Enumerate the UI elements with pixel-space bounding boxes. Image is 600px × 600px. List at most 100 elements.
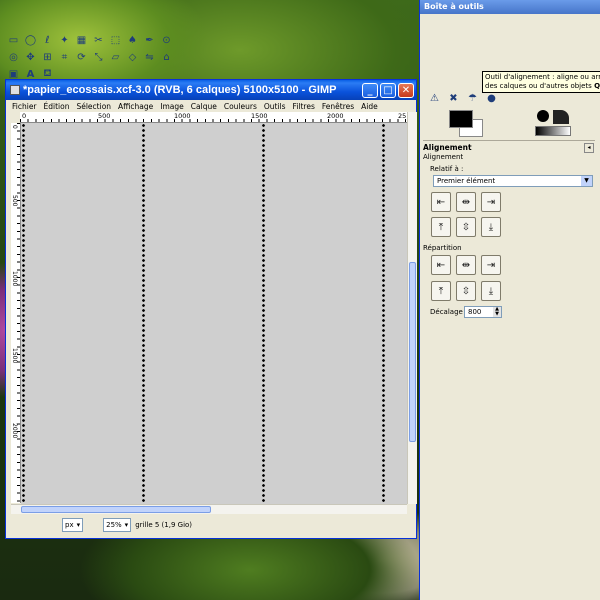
close-button[interactable]: ✕ [398,82,414,98]
horizontal-scroll-thumb[interactable] [21,506,211,513]
ruler-label: 1000 [11,271,18,287]
chevron-down-icon: ▾ [124,521,129,529]
distribute-vcenter-button[interactable]: ⇳ [456,281,476,301]
horizontal-ruler[interactable]: 0 500 1000 1500 2000 25 [20,112,407,123]
window-title: *papier_ecossais.xcf-3.0 (RVB, 6 calques… [23,84,337,96]
brush-preview-icon[interactable] [537,110,549,122]
relative-to-label: Relatif à : [430,165,464,173]
status-info: grille 5 (1,9 Gio) [135,521,193,529]
move-icon[interactable]: ✥ [23,50,38,65]
bucket-fill-icon[interactable]: ⛾ [40,67,55,82]
menu-select[interactable]: Sélection [76,102,111,111]
dotted-stitch-line [142,123,145,504]
offset-spinner[interactable]: 800 ▲ ▼ [464,306,502,318]
distribute-right-button[interactable]: ⇥ [481,255,501,275]
shear-icon[interactable]: ▱ [108,50,123,65]
offset-value: 800 [468,308,482,316]
ruler-label: 500 [98,112,111,120]
align-vcenter-button[interactable]: ⇳ [456,217,476,237]
distribute-hcenter-button[interactable]: ⇹ [456,255,476,275]
menu-layer[interactable]: Calque [191,102,217,111]
foreground-color-swatch[interactable] [449,110,473,128]
unit-select[interactable]: px ▾ [62,518,84,532]
color-select-icon[interactable]: ▦ [74,33,89,48]
ruler-label: 500 [11,195,18,207]
alignment-section-label: Alignement [423,153,464,161]
tooltip-line-1: Outil d'alignement : aligne ou arrange [485,73,600,81]
flip-icon[interactable]: ⇋ [142,50,157,65]
align-hcenter-button[interactable]: ⇹ [456,192,476,212]
fuzzy-select-icon[interactable]: ✦ [57,33,72,48]
color-picker-icon[interactable]: ✒ [142,33,157,48]
ruler-label: 25 [398,112,407,120]
perspective-icon[interactable]: ◇ [125,50,140,65]
align-bottom-button[interactable]: ⤓ [481,217,501,237]
horizontal-scrollbar[interactable] [11,504,407,514]
gradient-preview[interactable] [535,126,571,136]
zoom-icon[interactable]: ⊙ [159,33,174,48]
menu-view[interactable]: Affichage [118,102,153,111]
image-canvas[interactable] [21,123,407,504]
menu-filters[interactable]: Filtres [293,102,315,111]
menu-file[interactable]: Fichier [12,102,37,111]
distribute-left-button[interactable]: ⇤ [431,255,451,275]
align-right-button[interactable]: ⇥ [481,192,501,212]
menu-help[interactable]: Aide [361,102,378,111]
scale-icon[interactable]: ⤡ [91,50,106,65]
distribute-bottom-button[interactable]: ⤓ [481,281,501,301]
cage-icon[interactable]: ⌂ [159,50,174,65]
alignment-panel-title: Alignement [423,143,472,152]
chevron-down-icon: ▾ [76,521,81,529]
panel-menu-icon[interactable]: ◂ [584,143,594,153]
text-icon[interactable]: A [23,67,38,82]
paths-icon[interactable]: ♠ [125,33,140,48]
maximize-button[interactable]: □ [380,82,396,98]
heal-icon[interactable]: ✖ [446,91,461,106]
ruler-label: 2000 [327,112,344,120]
align-top-button[interactable]: ⤒ [431,217,451,237]
pattern-preview-icon[interactable] [553,110,569,124]
divider [423,140,595,141]
menu-edit[interactable]: Édition [44,102,70,111]
menu-colors[interactable]: Couleurs [224,102,257,111]
menu-windows[interactable]: Fenêtres [322,102,354,111]
image-window-titlebar[interactable]: *papier_ecossais.xcf-3.0 (RVB, 6 calques… [6,80,416,100]
vertical-scroll-thumb[interactable] [409,262,416,442]
status-bar: px ▾ 25% ▾ grille 5 (1,9 Gio) [8,516,414,534]
lasso-icon[interactable]: ℓ [40,33,55,48]
vertical-scrollbar[interactable] [407,112,417,504]
crop-icon[interactable]: ⌗ [57,50,72,65]
menu-tools[interactable]: Outils [264,102,286,111]
tool-grid-row-4: ⚠ ✖ ☂ ● [427,91,499,106]
ruler-label: 1500 [11,348,18,364]
foreground-select-icon[interactable]: ⬚ [108,33,123,48]
dodge-burn-icon[interactable]: ● [484,91,499,106]
rect-select-icon[interactable]: ▭ [6,33,21,48]
align-icon[interactable]: ⊞ [40,50,55,65]
dotted-stitch-line [22,123,25,504]
measure-icon[interactable]: ◎ [6,50,21,65]
scissors-icon[interactable]: ✂ [91,33,106,48]
clone-icon[interactable]: ☂ [465,91,480,106]
zoom-value: 25% [106,521,122,529]
brush-pattern-gradient-area[interactable] [535,110,571,136]
align-left-button[interactable]: ⇤ [431,192,451,212]
distribute-top-button[interactable]: ⤒ [431,281,451,301]
gimp-app-icon [10,85,20,95]
color-area[interactable] [449,110,489,140]
ruler-label: 0 [22,112,27,120]
relative-to-dropdown[interactable]: Premier élément ▼ [433,175,593,187]
paintbrush-icon[interactable]: ⚠ [427,91,442,106]
ellipse-select-icon[interactable]: ◯ [23,33,38,48]
rotate-icon[interactable]: ⟳ [74,50,89,65]
transform-icon[interactable]: ▣ [6,67,21,82]
relative-to-value: Premier élément [437,177,496,185]
distribute-section-label: Répartition [423,244,462,252]
menu-image[interactable]: Image [160,102,184,111]
tool-tooltip: Outil d'alignement : aligne ou arrange d… [482,71,600,93]
vertical-ruler[interactable]: 0 500 1000 1500 2000 [11,123,21,503]
zoom-select[interactable]: 25% ▾ [103,518,132,532]
spinner-arrows-icon[interactable]: ▲ ▼ [493,307,501,317]
minimize-button[interactable]: _ [362,82,378,98]
toolbox-title[interactable]: Boîte à outils [420,0,600,14]
